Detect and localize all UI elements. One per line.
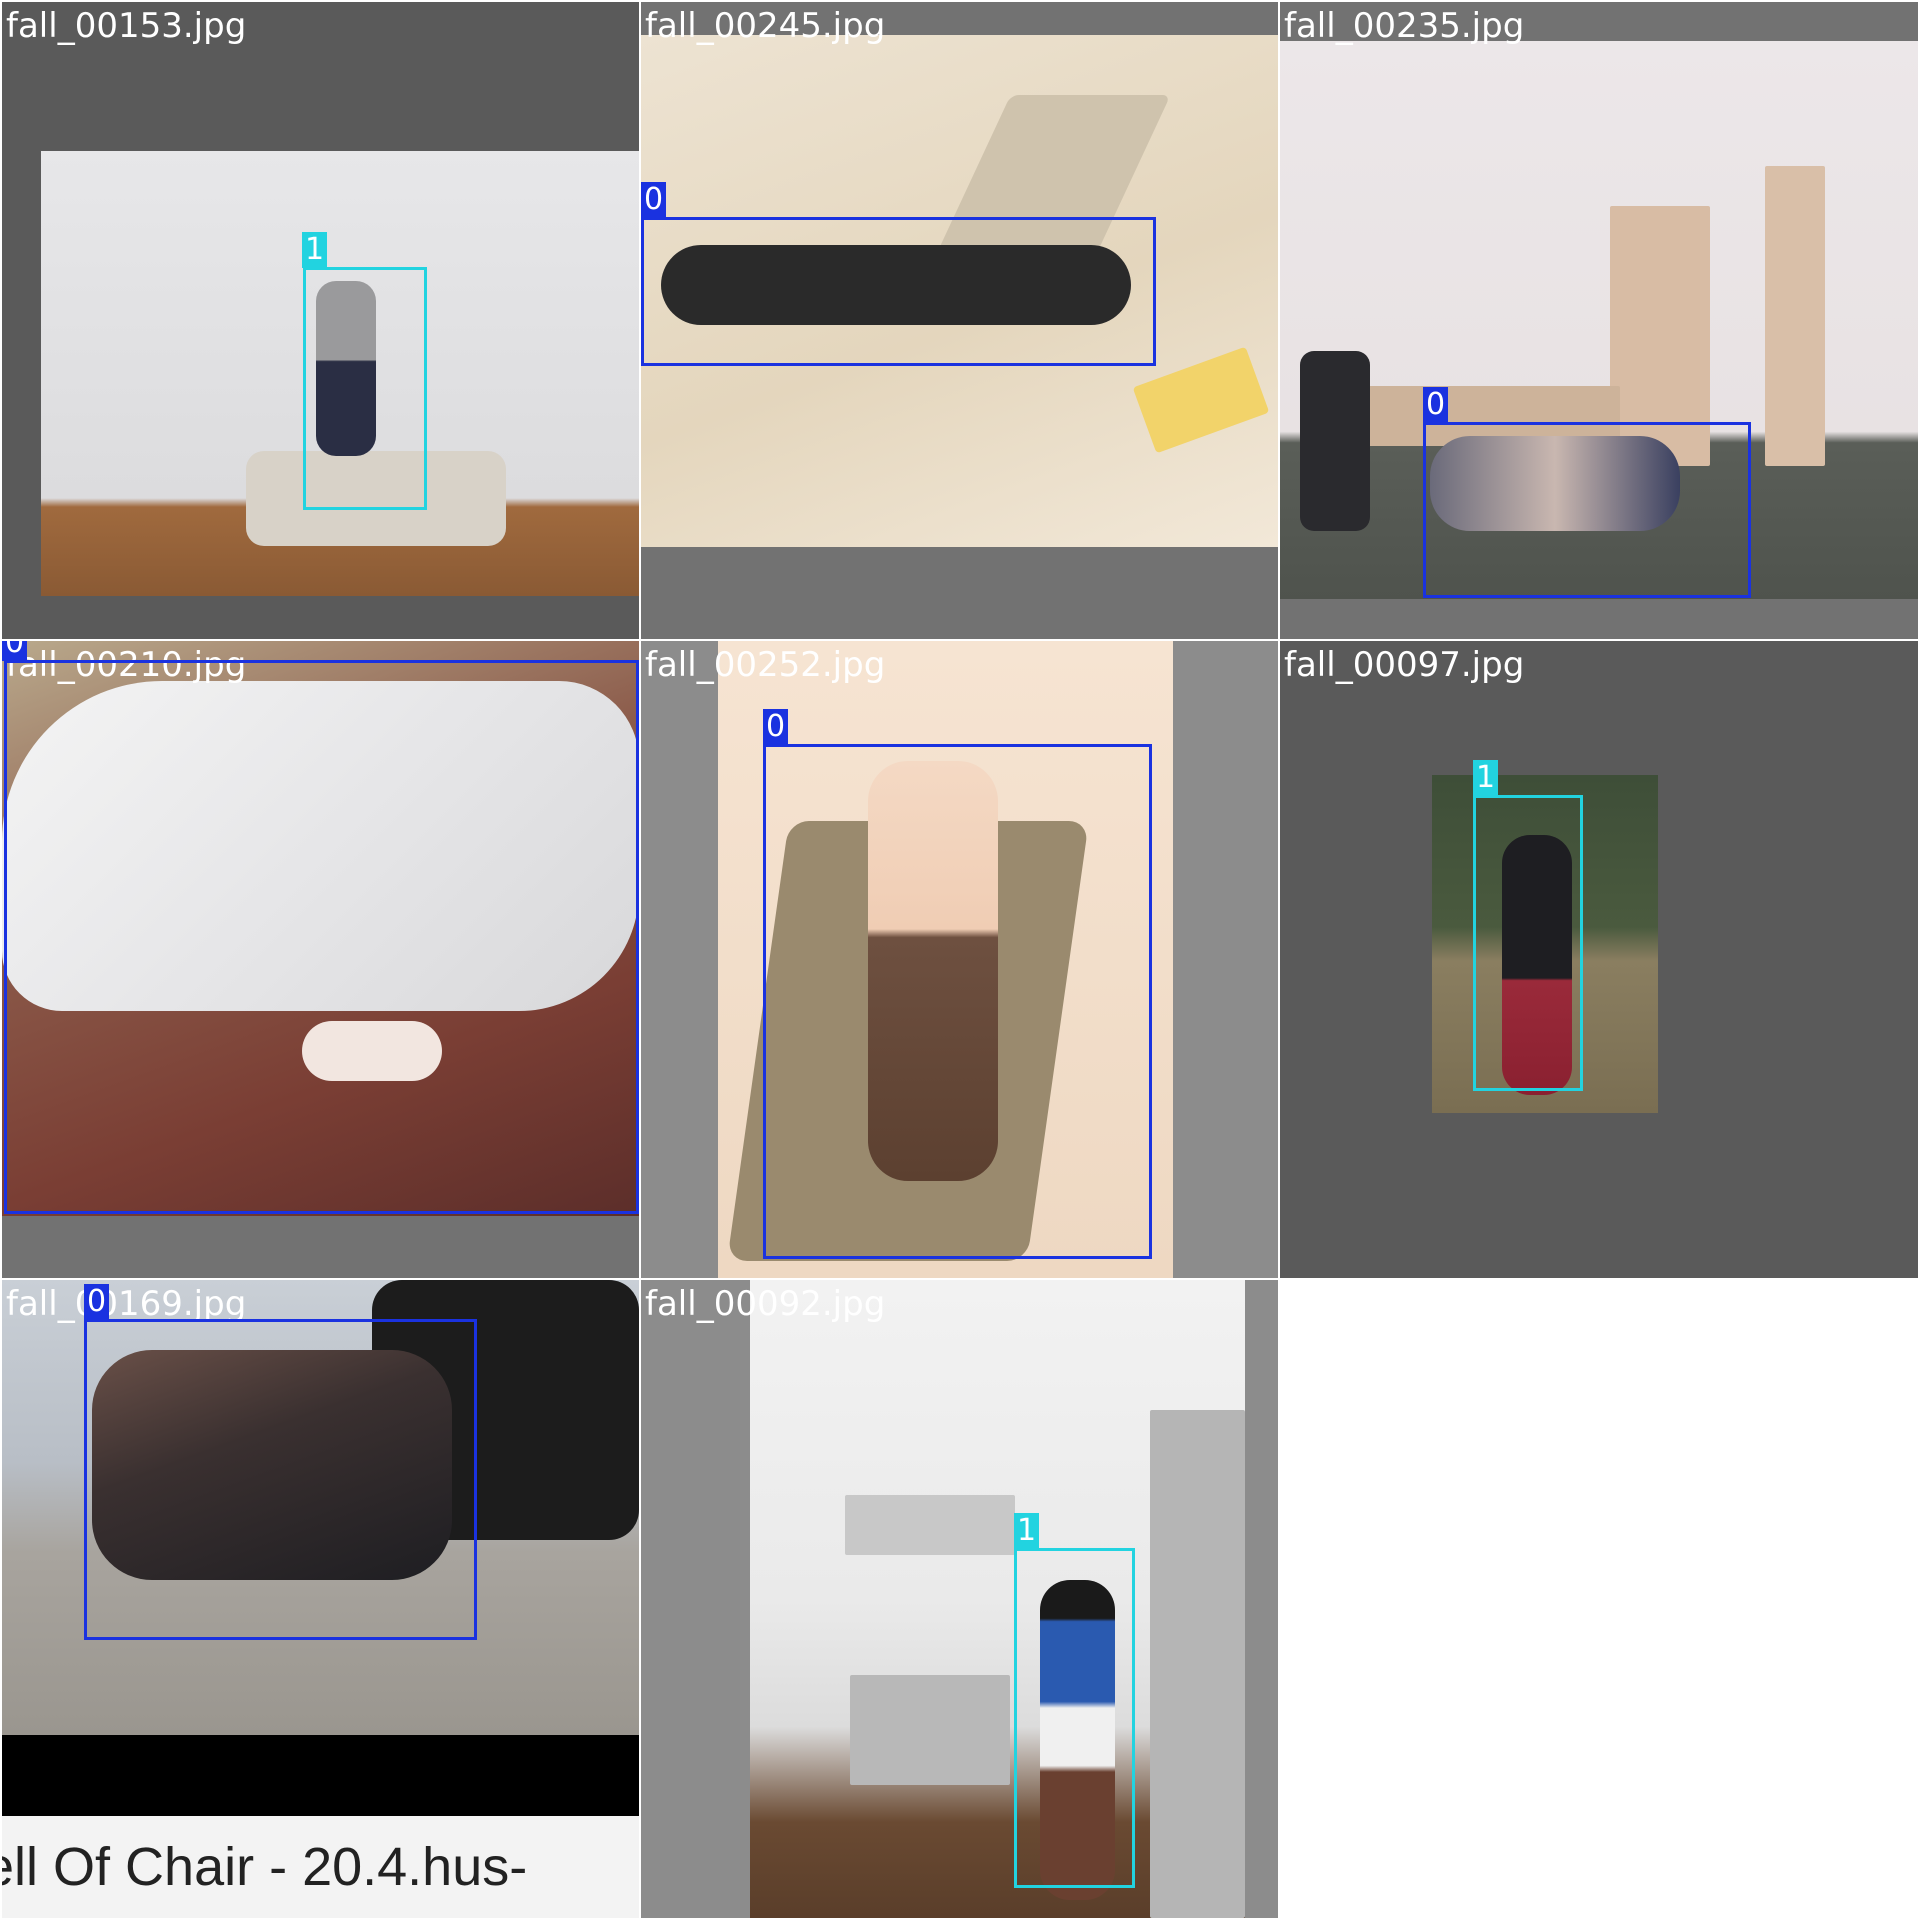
detection-label: 0 bbox=[2, 641, 28, 661]
detection-box-class-1 bbox=[1014, 1548, 1135, 1888]
image-tile-fall-00210: fall_00210.jpg 0 bbox=[2, 641, 639, 1278]
chair-shape bbox=[1300, 351, 1370, 531]
detection-box-class-0 bbox=[1423, 422, 1751, 598]
black-band bbox=[2, 1735, 639, 1816]
video-caption: ell Of Chair - 20.4.hus- bbox=[2, 1816, 639, 1918]
image-tile-fall-00245: fall_00245.jpg 0 bbox=[641, 2, 1278, 639]
image-tile-fall-00153: fall_00153.jpg 1 bbox=[2, 2, 639, 639]
image-tile-fall-00235: fall_00235.jpg 0 bbox=[1280, 2, 1918, 639]
range-hood-shape bbox=[845, 1495, 1015, 1555]
detection-box-class-0 bbox=[84, 1319, 477, 1640]
detection-box-class-0 bbox=[763, 744, 1152, 1259]
image-filename: fall_00153.jpg bbox=[6, 6, 247, 46]
image-filename: fall_00245.jpg bbox=[645, 6, 886, 46]
image-filename: fall_00169.jpg bbox=[6, 1284, 247, 1324]
stove-shape bbox=[850, 1675, 1010, 1785]
image-tile-fall-00097: fall_00097.jpg 1 bbox=[1280, 641, 1918, 1278]
image-tile-fall-00252: fall_00252.jpg 0 bbox=[641, 641, 1278, 1278]
image-tile-fall-00092: fall_00092.jpg 1 bbox=[641, 1280, 1278, 1918]
fridge-shape bbox=[1150, 1410, 1245, 1918]
image-filename: fall_00235.jpg bbox=[1284, 6, 1525, 46]
detection-label: 0 bbox=[1423, 387, 1449, 423]
image-tile-fall-00169: ell Of Chair - 20.4.hus- fall_00169.jpg … bbox=[2, 1280, 639, 1918]
detection-label: 1 bbox=[1014, 1513, 1040, 1549]
cabinet-shape bbox=[1765, 166, 1825, 466]
detection-label: 0 bbox=[641, 182, 667, 218]
detection-box-class-0 bbox=[641, 217, 1156, 366]
detection-label: 1 bbox=[302, 232, 328, 268]
image-filename: fall_00252.jpg bbox=[645, 645, 886, 685]
detection-label: 1 bbox=[1473, 760, 1499, 796]
detection-box-class-0 bbox=[4, 660, 639, 1214]
image-filename: fall_00097.jpg bbox=[1284, 645, 1525, 685]
detection-label: 0 bbox=[763, 709, 789, 745]
detection-box-class-1 bbox=[303, 267, 427, 510]
image-filename: fall_00092.jpg bbox=[645, 1284, 886, 1324]
detection-label: 0 bbox=[84, 1284, 110, 1320]
detection-box-class-1 bbox=[1473, 795, 1583, 1091]
photo-kitchen bbox=[750, 1280, 1245, 1918]
